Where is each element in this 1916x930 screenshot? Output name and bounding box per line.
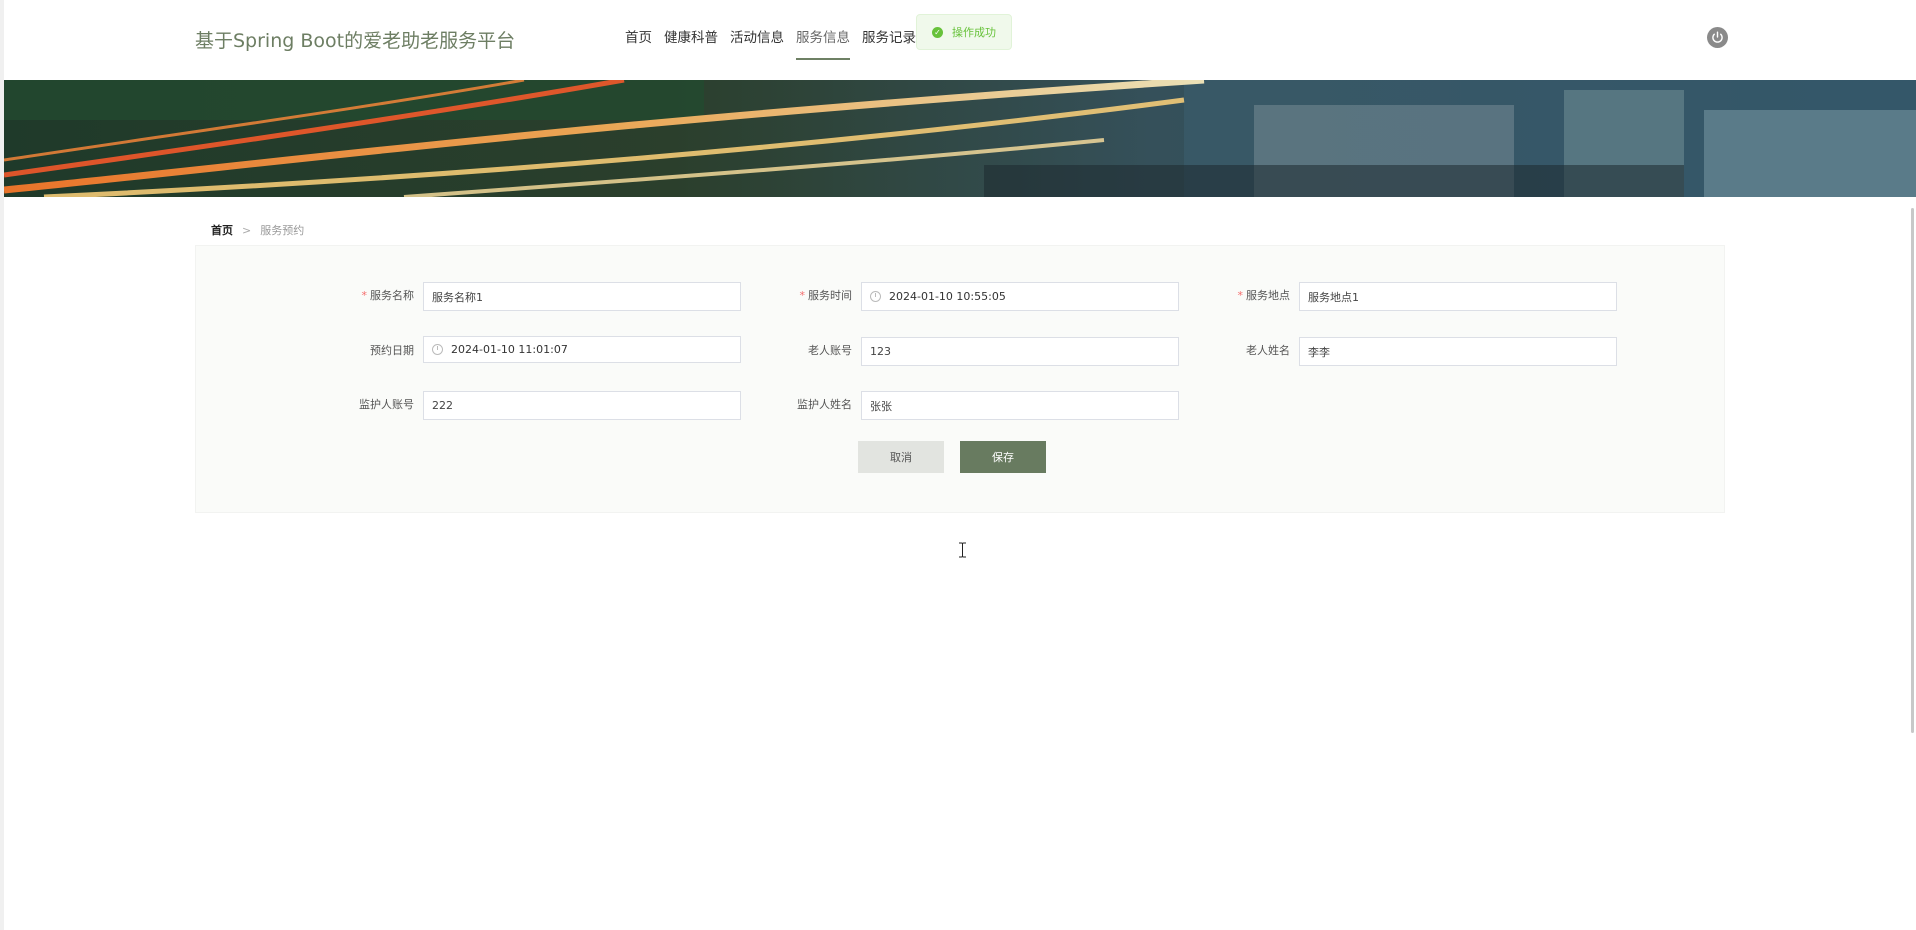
guardian-name-input[interactable]: 张张 — [861, 391, 1179, 420]
breadcrumb-current: 服务预约 — [260, 224, 305, 237]
hero-banner-image — [4, 80, 1916, 197]
nav-item-services[interactable]: 服务信息 — [790, 0, 856, 80]
service-location-label: * 服务地点 — [1237, 289, 1291, 302]
elder-name-label: 老人姓名 — [1246, 344, 1290, 357]
breadcrumb-separator: > — [242, 223, 252, 237]
toast-message: 操作成功 — [952, 26, 996, 39]
text-cursor-icon — [959, 542, 966, 558]
breadcrumb: 首页 > 服务预约 — [211, 222, 304, 238]
booking-date-label: 预约日期 — [370, 344, 414, 357]
required-mark: * — [361, 289, 368, 302]
power-icon — [1712, 31, 1723, 43]
service-name-label: * 服务名称 — [361, 289, 415, 302]
page-scrollbar-thumb[interactable] — [1911, 208, 1914, 733]
top-header: 基于Spring Boot的爱老助老服务平台 首页 健康科普 活动信息 服务信息… — [4, 0, 1916, 80]
service-time-picker[interactable]: 2024-01-10 10:55:05 — [861, 282, 1179, 311]
clock-icon — [432, 344, 443, 355]
guardian-name-label: 监护人姓名 — [797, 398, 852, 411]
site-title: 基于Spring Boot的爱老助老服务平台 — [195, 30, 516, 52]
guardian-account-label: 监护人账号 — [359, 398, 414, 411]
booking-date-picker[interactable]: 2024-01-10 11:01:07 — [423, 336, 741, 363]
guardian-account-input[interactable]: 222 — [423, 391, 741, 420]
nav-item-home[interactable]: 首页 — [619, 0, 658, 80]
elder-account-input[interactable]: 123 — [861, 337, 1179, 366]
cancel-button[interactable]: 取消 — [858, 441, 944, 473]
clock-icon — [870, 291, 881, 302]
elder-account-label: 老人账号 — [808, 344, 852, 357]
breadcrumb-home-link[interactable]: 首页 — [211, 222, 233, 238]
service-name-input[interactable]: 服务名称1 — [423, 282, 741, 311]
save-button[interactable]: 保存 — [960, 441, 1046, 473]
success-toast: ✓ 操作成功 — [916, 14, 1012, 50]
nav-item-service-records[interactable]: 服务记录 — [856, 0, 922, 80]
logout-button[interactable] — [1707, 27, 1728, 48]
required-mark: * — [1237, 289, 1244, 302]
service-time-label: * 服务时间 — [799, 289, 853, 302]
service-location-input[interactable]: 服务地点1 — [1299, 282, 1617, 311]
elder-name-input[interactable]: 李李 — [1299, 337, 1617, 366]
main-nav: 首页 健康科普 活动信息 服务信息 服务记录 — [619, 0, 922, 80]
required-mark: * — [799, 289, 806, 302]
nav-item-activities[interactable]: 活动信息 — [724, 0, 790, 80]
nav-item-health-science[interactable]: 健康科普 — [658, 0, 724, 80]
check-circle-icon: ✓ — [932, 26, 943, 38]
